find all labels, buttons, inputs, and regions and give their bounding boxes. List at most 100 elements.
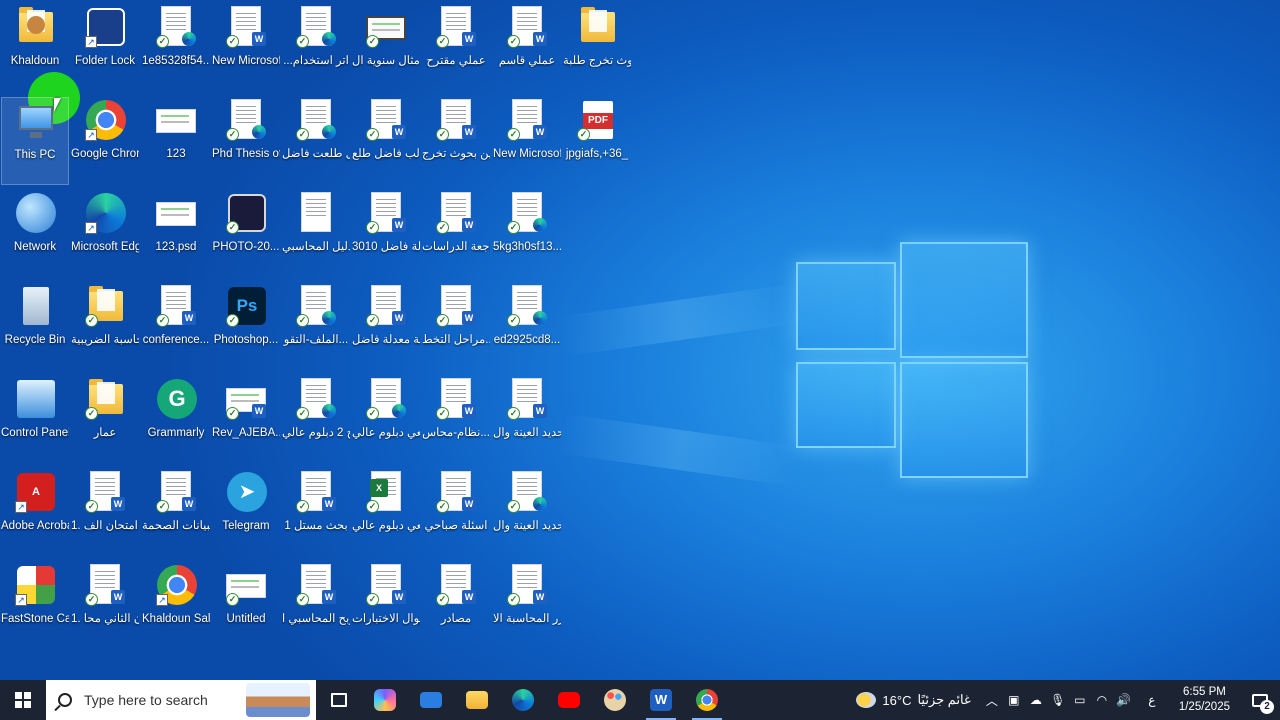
word-document-icon: W ✓ xyxy=(364,99,408,143)
desktop-icon-image[interactable]: 123 xyxy=(142,97,210,185)
desktop-icon-word-doc[interactable]: W✓ جدول تحديد العينة وال... xyxy=(493,376,561,464)
windows-icon xyxy=(15,692,31,708)
meet-now-icon[interactable]: ▣ xyxy=(1003,693,1025,707)
notification-button[interactable]: 2 xyxy=(1240,680,1280,720)
weather-widget[interactable]: 16°C غائم جزئيًا xyxy=(846,692,980,708)
desktop-icon-khaldoun[interactable]: Khaldoun xyxy=(1,4,69,92)
desktop-icon-recycle-bin[interactable]: Recycle Bin xyxy=(1,283,69,371)
desktop-icon-google-chrome[interactable]: ↗ Google Chrome xyxy=(71,97,139,185)
word-document-icon: W ✓ xyxy=(294,471,338,515)
desktop-icon-word-doc[interactable]: W✓ رسالة معدلة فاضل 3010 xyxy=(352,190,420,278)
desktop-icon-word-doc[interactable]: W✓ سوال الاختبارات xyxy=(352,562,420,650)
desktop-icon-microsoft-edge[interactable]: ↗ Microsoft Edge xyxy=(71,190,139,278)
desktop-icon-word-doc[interactable]: W✓ New Microsof... xyxy=(493,97,561,185)
input-language[interactable]: ع xyxy=(1135,693,1169,707)
wifi-icon[interactable]: ◠ xyxy=(1091,693,1113,707)
edge-button[interactable] xyxy=(500,680,546,720)
desktop-icon-word-doc[interactable]: W✓ عناوين بحوث تخرج xyxy=(422,97,490,185)
desktop-icon-edge-file[interactable]: ✓ 1e85328f54... xyxy=(142,4,210,92)
copilot-button[interactable] xyxy=(362,680,408,720)
mail-button[interactable] xyxy=(408,680,454,720)
desktop-icon-this-pc[interactable]: This PC xyxy=(1,97,69,185)
chevron-up-icon[interactable]: ︿ xyxy=(981,692,1003,709)
desktop-icon-edge-file[interactable]: ✓ 5kg3h0sf13... xyxy=(493,190,561,278)
youtube-button[interactable] xyxy=(546,680,592,720)
cloud-icon[interactable]: ☁ xyxy=(1025,693,1047,707)
desktop-icon-image[interactable]: ✓ حل مثال سنوية ال... xyxy=(352,4,420,92)
desktop-icon-word-doc[interactable]: W ✓ conference... xyxy=(142,283,210,371)
windows-logo-wallpaper xyxy=(796,242,1028,478)
icon-label: سوال الاختبارات xyxy=(352,613,420,625)
desktop-icon-edge-file[interactable]: ✓ ed2925cd8... xyxy=(493,283,561,371)
desktop-icon-folder[interactable]: ✓ عمار xyxy=(71,376,139,464)
desktop-icon-word-doc[interactable]: W ✓ البيانات الصحمة xyxy=(142,469,210,557)
document-icon xyxy=(294,192,338,236)
desktop-icon-word-doc[interactable]: W✓ رسالة معدلة فاضل xyxy=(352,283,420,371)
clock[interactable]: 6:55 PM 1/25/2025 xyxy=(1169,685,1240,715)
desktop-icon-document[interactable]: الدليل المحاسبي xyxy=(282,190,350,278)
desktop-icon-network[interactable]: Network xyxy=(1,190,69,278)
desktop-icon-word-doc[interactable]: W✓ مراجعة الدراسات xyxy=(422,190,490,278)
microphone-icon[interactable]: 🎙 xyxy=(1047,693,1069,707)
desktop-icon-folder[interactable]: بحوث تخرج طلبة xyxy=(563,4,631,92)
desktop-icon-photoshop[interactable]: Ps ✓ Photoshop... xyxy=(212,283,280,371)
desktop-icon-control-panel[interactable]: Control Panel xyxy=(1,376,69,464)
desktop-icon-word-doc[interactable]: W✓ مراحل التخط... xyxy=(422,283,490,371)
icon-label: New Microsof... xyxy=(212,55,280,67)
desktop-icon-edge-file[interactable]: ✓ جدول تحديد العينة وال... xyxy=(493,469,561,557)
volume-icon[interactable]: 🔊 xyxy=(1113,693,1135,707)
desktop-icon-edge-file[interactable]: ✓ الملف-التقو... xyxy=(282,283,350,371)
desktop-icon-image[interactable]: ✓ Untitled xyxy=(212,562,280,650)
desktop-icon-faststone[interactable]: ↗ FastStone Capture xyxy=(1,562,69,650)
desktop-icon-word-doc[interactable]: W✓ تعديل الربح المحاسبي ا... xyxy=(282,562,350,650)
battery-icon[interactable]: ▭ xyxy=(1069,693,1091,707)
desktop-icon-word-doc[interactable]: W ✓ عملي قاسم xyxy=(493,4,561,92)
grammarly-icon: G xyxy=(154,378,198,422)
chrome-button[interactable] xyxy=(684,680,730,720)
time: 6:55 PM xyxy=(1183,686,1226,698)
desktop-icon-word-doc[interactable]: W✓ 1. الامتحان الثاني محا... xyxy=(71,562,139,650)
desktop-icon-pdf[interactable]: PDF ✓ jpgiafs,+36_ xyxy=(563,97,631,185)
desktop-icon-word-doc[interactable]: W ✓ مصادر xyxy=(422,562,490,650)
desktop-icon-word-doc[interactable]: W✓ وصف مقرر المحاسبة الا... xyxy=(493,562,561,650)
desktop-icon-word-doc[interactable]: W✓ New Microsof... xyxy=(212,4,280,92)
icon-label: FastStone Capture xyxy=(1,613,69,625)
desktop-icon-word-doc[interactable]: W ✓ Rev_AJEBA... xyxy=(212,376,280,464)
desktop-icon-photo[interactable]: ✓ PHOTO-20... xyxy=(212,190,280,278)
desktop-icon-telegram[interactable]: ➤ Telegram xyxy=(212,469,280,557)
desktop-icon-folder[interactable]: ✓ المحاسبة الضريبية... xyxy=(71,283,139,371)
system-tray: 16°C غائم جزئيًا ︿ ▣ ☁ 🎙 ▭ ◠ 🔊 ع 6:55 PM… xyxy=(846,680,1280,720)
desktop-icon-folder-lock[interactable]: ↗ Folder Lock xyxy=(71,4,139,92)
desktop-icon-chrome-profile[interactable]: ↗ Khaldoun Salman ... xyxy=(142,562,210,650)
paint-button[interactable] xyxy=(592,680,638,720)
start-button[interactable] xyxy=(0,680,46,720)
desktop-icon-psd[interactable]: 123.psd xyxy=(142,190,210,278)
file-explorer-button[interactable] xyxy=(454,680,500,720)
edge-document-icon: ✓ xyxy=(294,285,338,329)
search-icon xyxy=(58,693,72,707)
photoshop-icon: Ps ✓ xyxy=(224,285,268,329)
desktop-icon-grammarly[interactable]: G Grammarly xyxy=(142,376,210,464)
desktop-icon-word-doc[interactable]: W ✓ عملي مقترح xyxy=(422,4,490,92)
desktop-icon-excel[interactable]: X✓ سعي دبلوم عالي xyxy=(352,469,420,557)
desktop-icon-word-doc[interactable]: W ✓ اسئلة صباحي xyxy=(422,469,490,557)
desktop-icon-word-doc[interactable]: W ✓ نظام-محاس... xyxy=(422,376,490,464)
icon-label: Folder Lock xyxy=(74,55,136,67)
task-view-button[interactable] xyxy=(316,680,362,720)
desktop-icon-edge-file[interactable]: ✓ النموذج 2 دبلوم عالي xyxy=(282,376,350,464)
icon-label: اسئلة صباحي xyxy=(424,520,488,532)
taskbar: Type here to search W 16°C غائم جزئيًا ︿… xyxy=(0,680,1280,720)
icon-label: jpgiafs,+36_ xyxy=(565,148,629,160)
desktop-icon-word-doc[interactable]: W ✓ بحث مستل 1 xyxy=(282,469,350,557)
desktop-icon-edge-file[interactable]: ✓ اطروحة فاضل طلعت فاضل xyxy=(282,97,350,185)
word-button[interactable]: W xyxy=(638,680,684,720)
desktop-icon-word-doc[interactable]: W✓ رسالة الطالب فاضل طلع... xyxy=(352,97,420,185)
desktop-icon-edge-file[interactable]: ✓ Phd Thesis of فاضل طلع... xyxy=(212,97,280,185)
desktop-icon-adobe-acrobat[interactable]: A ↗ Adobe Acrobat xyxy=(1,469,69,557)
search-box[interactable]: Type here to search xyxy=(46,680,316,720)
desktop-icon-word-doc[interactable]: W✓ 1. اسئلة امتحان الف... xyxy=(71,469,139,557)
desktop-icon-edge-file[interactable]: ✓ ...اتر استخدام xyxy=(282,4,350,92)
desktop-icon-edge-file[interactable]: ✓ سعي دبلوم عالي xyxy=(352,376,420,464)
icon-label: Telegram xyxy=(222,520,270,532)
word-document-icon: W ✓ xyxy=(434,564,478,608)
